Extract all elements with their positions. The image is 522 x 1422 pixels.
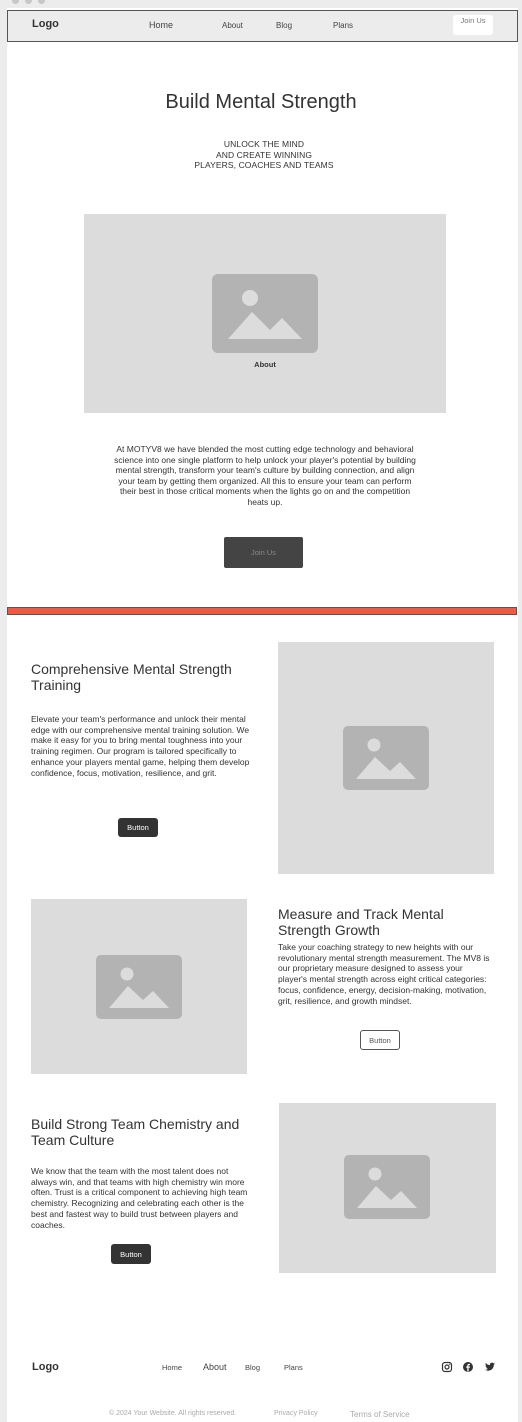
feature-title: Build Strong Team Chemistry and Team Cul…	[31, 1116, 240, 1148]
image-placeholder-icon	[343, 726, 429, 790]
nav-link-plans[interactable]: Plans	[333, 21, 353, 30]
nav-link-blog[interactable]: Blog	[276, 21, 292, 30]
instagram-icon[interactable]	[441, 1361, 453, 1373]
footer-link-plans[interactable]: Plans	[284, 1363, 303, 1372]
feature-button[interactable]: Button	[360, 1030, 400, 1050]
feature-body: Elevate your team's performance and unlo…	[31, 714, 250, 778]
window-dot	[12, 0, 19, 4]
feature-image-placeholder	[31, 899, 247, 1074]
hero-subtitle: UNLOCK THE MIND AND CREATE WINNING PLAYE…	[161, 139, 367, 171]
accent-divider	[7, 607, 517, 615]
twitter-icon[interactable]	[484, 1361, 496, 1373]
hero-subtitle-line: UNLOCK THE MIND	[223, 139, 305, 149]
hero-subtitle-line: PLAYERS, COACHES AND TEAMS	[194, 160, 334, 170]
hero-subtitle-line: AND CREATE WINNING	[215, 149, 313, 160]
top-navbar	[7, 10, 518, 42]
footer-link-about[interactable]: About	[203, 1362, 227, 1372]
footer-logo[interactable]: Logo	[32, 1361, 59, 1373]
hero-image-placeholder: About	[84, 214, 446, 413]
window-controls	[12, 0, 45, 5]
image-placeholder-icon	[344, 1155, 430, 1219]
footer-link-home[interactable]: Home	[162, 1363, 182, 1372]
footer-terms-link[interactable]: Terms of Service	[350, 1410, 410, 1419]
nav-join-button[interactable]: Join Us	[453, 15, 493, 35]
image-placeholder-icon	[96, 955, 182, 1019]
about-paragraph: At MOTYV8 we have blended the most cutti…	[114, 444, 416, 507]
footer-link-blog[interactable]: Blog	[245, 1363, 260, 1372]
window-dot	[38, 0, 45, 4]
image-placeholder-icon	[212, 274, 318, 353]
hero-title: Build Mental Strength	[165, 91, 357, 113]
nav-link-about[interactable]: About	[222, 21, 243, 30]
nav-logo[interactable]: Logo	[32, 18, 59, 30]
feature-button[interactable]: Button	[111, 1244, 151, 1264]
footer-privacy-link[interactable]: Privacy Policy	[274, 1410, 318, 1417]
facebook-icon[interactable]	[462, 1361, 474, 1373]
feature-title: Comprehensive Mental Strength Training	[31, 661, 232, 693]
feature-button[interactable]: Button	[118, 818, 158, 837]
nav-link-home[interactable]: Home	[149, 20, 173, 30]
hero-image-caption: About	[254, 360, 276, 369]
feature-title: Measure and Track Mental Strength Growth	[278, 906, 444, 938]
hero-join-button[interactable]: Join Us	[224, 537, 303, 568]
feature-body: Take your coaching strategy to new heigh…	[278, 942, 490, 1006]
feature-image-placeholder	[278, 642, 494, 874]
footer-copyright: © 2024 Your Website. All rights reserved…	[109, 1410, 237, 1417]
feature-image-placeholder	[279, 1103, 496, 1273]
feature-body: We know that the team with the most tale…	[31, 1166, 248, 1230]
window-dot	[25, 0, 32, 4]
